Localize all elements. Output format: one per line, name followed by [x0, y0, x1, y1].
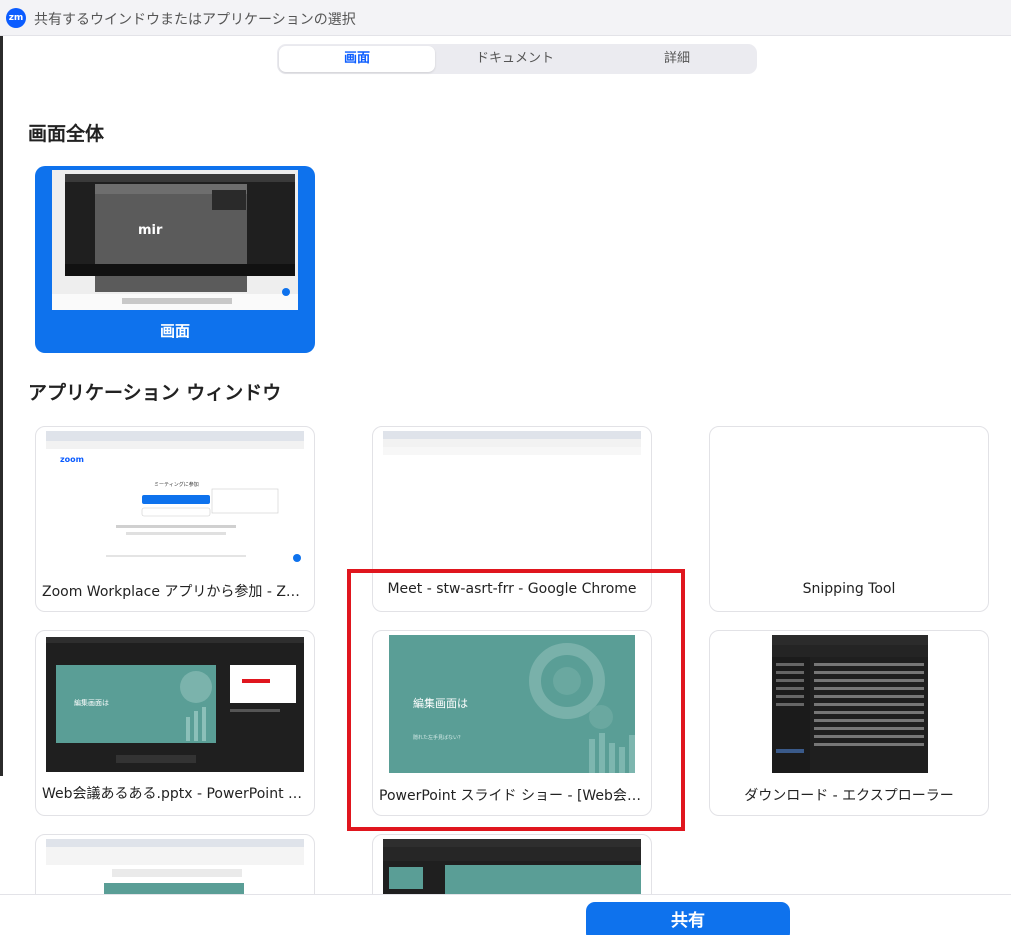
powerpoint-edit-thumbnail: 編集画面は	[46, 637, 304, 772]
explorer-thumbnail	[772, 635, 928, 773]
partial-2-thumbnail	[383, 839, 641, 899]
tab-bar: 画面 ドキュメント 詳細	[277, 44, 757, 74]
app-label-snipping-tool: Snipping Tool	[802, 581, 896, 597]
tab-advanced[interactable]: 詳細	[599, 46, 755, 72]
app-label-zoom: Zoom Workplace アプリから参加 - Zoom...	[42, 584, 314, 600]
slideshow-thumbnail: 編集画面は 隠れた左手見ばない？	[389, 635, 635, 773]
title-bar: zm 共有するウインドウまたはアプリケーションの選択	[0, 0, 1011, 36]
app-card-powerpoint-slideshow[interactable]: 編集画面は 隠れた左手見ばない？ PowerPoint スライド ショー - […	[372, 630, 652, 816]
screen-preview-text: mir	[138, 223, 163, 238]
app-card-meet[interactable]: Meet - stw-asrt-frr - Google Chrome	[372, 426, 652, 612]
window-title: 共有するウインドウまたはアプリケーションの選択	[34, 12, 356, 28]
zoom-preview-heading: ミーティングに参加	[154, 481, 199, 488]
screen-card-label: 画面	[159, 322, 190, 340]
app-label-powerpoint-slideshow: PowerPoint スライド ショー - [Web会議あ...	[379, 788, 651, 804]
tab-screen[interactable]: 画面	[279, 46, 435, 72]
app-card-explorer[interactable]: ダウンロード - エクスプローラー	[709, 630, 989, 816]
slideshow-slide-title: 編集画面は	[413, 696, 468, 710]
zoom-preview-brand: zoom	[60, 455, 84, 464]
app-label-meet: Meet - stw-asrt-frr - Google Chrome	[387, 581, 637, 597]
partial-1-thumbnail	[46, 839, 304, 899]
zoom-thumbnail: zoom ミーティングに参加	[46, 431, 304, 571]
app-card-snipping-tool[interactable]: Snipping Tool	[709, 426, 989, 612]
tab-document[interactable]: ドキュメント	[437, 46, 593, 72]
slideshow-slide-subtitle: 隠れた左手見ばない？	[413, 734, 463, 741]
background-window-edge	[0, 36, 3, 776]
app-card-powerpoint-edit[interactable]: 編集画面は Web会議あるある.pptx - PowerPoint 発...	[35, 630, 315, 816]
footer-bar	[0, 894, 1011, 935]
meet-thumbnail	[383, 431, 641, 461]
share-button[interactable]: 共有	[586, 902, 790, 935]
app-card-zoom[interactable]: zoom ミーティングに参加 Zoom Workplace アプリから参加 - …	[35, 426, 315, 612]
screen-section-title: 画面全体	[28, 123, 105, 145]
screen-share-card[interactable]: mir 画面	[35, 166, 315, 353]
apps-section-title: アプリケーション ウィンドウ	[28, 382, 282, 404]
app-label-explorer: ダウンロード - エクスプローラー	[744, 788, 954, 804]
app-label-powerpoint-edit: Web会議あるある.pptx - PowerPoint 発...	[42, 786, 314, 802]
screen-thumbnail: mir	[52, 170, 298, 310]
pptedit-slide-title: 編集画面は	[74, 698, 109, 707]
zoom-logo-icon: zm	[6, 8, 26, 28]
